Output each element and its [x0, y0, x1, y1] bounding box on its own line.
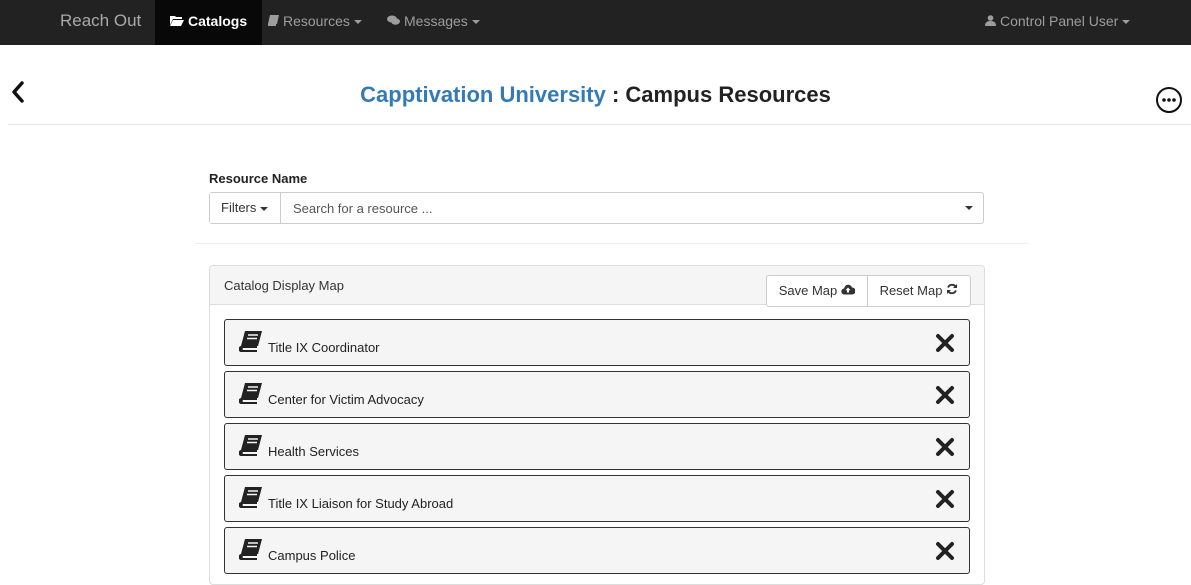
save-map-button[interactable]: Save Map	[766, 275, 868, 307]
section-divider	[195, 243, 1028, 244]
folder-open-icon	[170, 2, 184, 44]
top-navbar: Reach Out Catalogs Resources Messages Co…	[0, 0, 1191, 45]
resource-item-label: Campus Police	[268, 548, 356, 563]
filters-button-label: Filters	[221, 200, 257, 215]
chevron-down-icon	[1122, 20, 1131, 25]
resource-item-label: Center for Victim Advocacy	[268, 392, 424, 407]
close-icon[interactable]	[935, 489, 955, 509]
page-title: Capptivation University : Campus Resourc…	[0, 82, 1191, 108]
catalog-display-map-panel: Catalog Display Map Save Map Reset Map T…	[209, 265, 985, 585]
chevron-down-icon	[260, 206, 269, 211]
dropdown-caret-icon[interactable]	[965, 206, 973, 210]
resource-item[interactable]: Campus Police	[224, 527, 970, 574]
nav-catalogs[interactable]: Catalogs	[155, 0, 263, 45]
book-icon	[238, 434, 263, 457]
cloud-upload-icon	[841, 276, 856, 306]
nav-messages[interactable]: Messages	[387, 0, 480, 45]
reset-map-label: Reset Map	[879, 283, 943, 298]
chevron-down-icon	[353, 20, 362, 25]
page-title-text: Campus Resources	[625, 82, 831, 107]
resource-item-label: Health Services	[268, 444, 360, 459]
book-icon	[238, 486, 263, 509]
resource-item[interactable]: Health Services	[224, 423, 970, 470]
chevron-down-icon	[471, 20, 480, 25]
nav-resources-label: Resources	[283, 13, 350, 29]
close-icon[interactable]	[935, 541, 955, 561]
book-icon	[238, 382, 263, 405]
resource-item-label: Title IX Coordinator	[268, 340, 380, 355]
book-icon	[238, 330, 263, 353]
save-map-label: Save Map	[778, 283, 838, 298]
book-icon	[238, 538, 263, 561]
resource-item[interactable]: Title IX Liaison for Study Abroad	[224, 475, 970, 522]
nav-resources[interactable]: Resources	[268, 0, 362, 45]
resource-search-group: Filters	[209, 192, 984, 224]
resource-name-label: Resource Name	[209, 171, 308, 186]
user-icon	[985, 2, 996, 44]
book-icon	[268, 2, 279, 44]
filters-button[interactable]: Filters	[210, 193, 281, 223]
brand-link[interactable]: Reach Out	[60, 0, 141, 45]
panel-title: Catalog Display Map	[224, 278, 344, 293]
nav-messages-label: Messages	[404, 13, 468, 29]
title-separator: :	[605, 82, 626, 107]
header-divider	[8, 124, 1191, 125]
refresh-icon	[946, 276, 958, 306]
resource-item[interactable]: Center for Victim Advocacy	[224, 371, 970, 418]
close-icon[interactable]	[935, 385, 955, 405]
university-link[interactable]: Capptivation University	[360, 82, 606, 107]
user-menu-label: Control Panel User	[1000, 13, 1119, 29]
panel-heading: Catalog Display Map Save Map Reset Map	[210, 266, 984, 307]
more-options-button[interactable]	[1155, 86, 1183, 114]
user-menu[interactable]: Control Panel User	[985, 0, 1131, 45]
ellipsis-circle-icon	[1156, 87, 1182, 113]
close-icon[interactable]	[935, 333, 955, 353]
resource-item-label: Title IX Liaison for Study Abroad	[268, 496, 454, 511]
resource-search-input[interactable]	[282, 193, 952, 223]
close-icon[interactable]	[935, 437, 955, 457]
reset-map-button[interactable]: Reset Map	[867, 275, 971, 307]
resource-item[interactable]: Title IX Coordinator	[224, 319, 970, 366]
comments-icon	[387, 2, 400, 44]
nav-catalogs-label: Catalogs	[188, 13, 248, 29]
